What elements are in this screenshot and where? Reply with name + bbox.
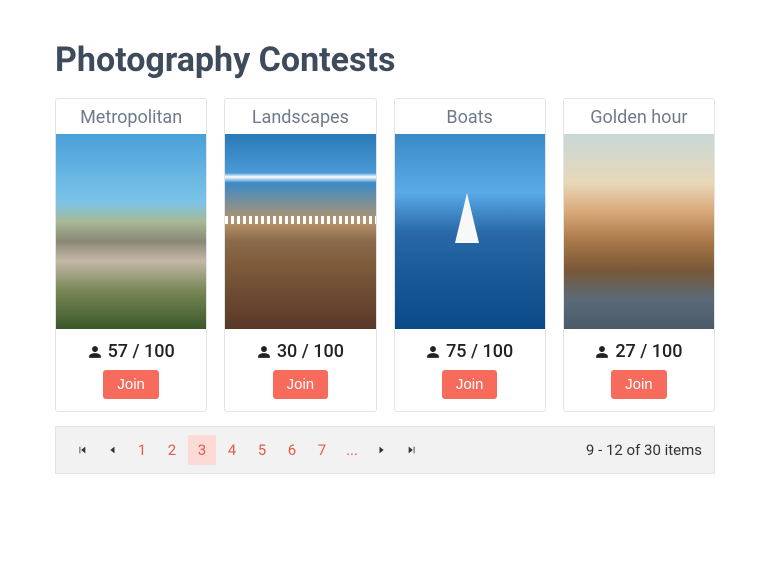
pager-page-2[interactable]: 2 — [158, 435, 186, 465]
card-stats: 57 / 100 — [88, 341, 175, 362]
card-count: 27 / 100 — [615, 341, 682, 362]
pager-last-button[interactable] — [398, 435, 426, 465]
person-icon — [426, 344, 440, 360]
card-stats: 30 / 100 — [257, 341, 344, 362]
join-button[interactable]: Join — [273, 370, 329, 399]
card-title: Boats — [446, 99, 492, 134]
pager-page-7[interactable]: 7 — [308, 435, 336, 465]
person-icon — [257, 344, 271, 360]
prev-page-icon — [107, 445, 117, 455]
contest-card-metropolitan: Metropolitan 57 / 100 Join — [55, 98, 207, 412]
card-image — [56, 134, 206, 329]
card-title: Metropolitan — [80, 99, 182, 134]
contest-card-golden-hour: Golden hour 27 / 100 Join — [563, 98, 715, 412]
card-stats: 27 / 100 — [595, 341, 682, 362]
pager-page-1[interactable]: 1 — [128, 435, 156, 465]
pager-next-button[interactable] — [368, 435, 396, 465]
pager-first-button[interactable] — [68, 435, 96, 465]
card-image — [225, 134, 375, 329]
pager-status: 9 - 12 of 30 items — [586, 441, 702, 459]
card-count: 30 / 100 — [277, 341, 344, 362]
contest-card-landscapes: Landscapes 30 / 100 Join — [224, 98, 376, 412]
card-image — [564, 134, 714, 329]
card-title: Golden hour — [590, 99, 687, 134]
first-page-icon — [77, 445, 87, 455]
person-icon — [595, 344, 609, 360]
pager-page-3[interactable]: 3 — [188, 435, 216, 465]
join-button[interactable]: Join — [103, 370, 159, 399]
contest-card-boats: Boats 75 / 100 Join — [394, 98, 546, 412]
card-count: 75 / 100 — [446, 341, 513, 362]
card-title: Landscapes — [252, 99, 349, 134]
join-button[interactable]: Join — [442, 370, 498, 399]
last-page-icon — [407, 445, 417, 455]
pager-page-6[interactable]: 6 — [278, 435, 306, 465]
card-image — [395, 134, 545, 329]
card-stats: 75 / 100 — [426, 341, 513, 362]
person-icon — [88, 344, 102, 360]
next-page-icon — [377, 445, 387, 455]
join-button[interactable]: Join — [611, 370, 667, 399]
pager-controls: 1 2 3 4 5 6 7 ... — [68, 435, 426, 465]
pager-page-5[interactable]: 5 — [248, 435, 276, 465]
pager: 1 2 3 4 5 6 7 ... 9 - 12 of 30 items — [55, 426, 715, 474]
pager-page-4[interactable]: 4 — [218, 435, 246, 465]
pager-ellipsis[interactable]: ... — [338, 435, 366, 465]
card-count: 57 / 100 — [108, 341, 175, 362]
pager-prev-button[interactable] — [98, 435, 126, 465]
page-title: Photography Contests — [55, 40, 715, 80]
contest-cards: Metropolitan 57 / 100 Join Landscapes 30… — [55, 98, 715, 412]
